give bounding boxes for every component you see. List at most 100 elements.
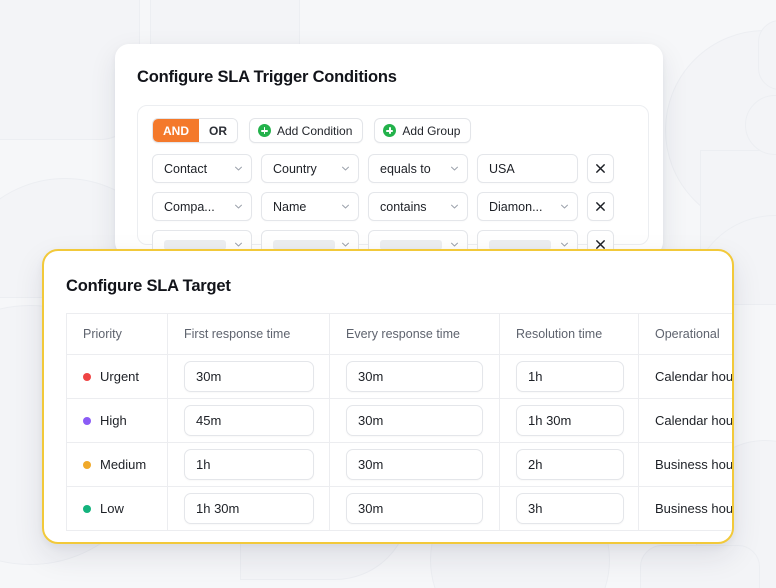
condition-value-text: USA bbox=[489, 161, 515, 176]
every-response-time-cell: 30m bbox=[329, 486, 500, 531]
operational-hours-cell: Calendar hours bbox=[638, 354, 732, 399]
condition-field-value: Name bbox=[273, 199, 307, 214]
first-response-time-cell: 1h bbox=[167, 442, 330, 487]
column-header-resolution-time: Resolution time bbox=[499, 313, 639, 355]
table-row: Urgent 30m 30m 1h Calendar hours bbox=[66, 354, 732, 399]
priority-label: High bbox=[100, 413, 127, 428]
first-response-time-input[interactable]: 30m bbox=[184, 361, 314, 392]
resolution-time-input[interactable]: 1h 30m bbox=[516, 405, 624, 436]
priority-cell: Medium bbox=[66, 442, 168, 487]
chevron-down-icon bbox=[234, 240, 243, 249]
column-header-priority: Priority bbox=[66, 313, 168, 355]
table-row: Low 1h 30m 30m 3h Business hours bbox=[66, 486, 732, 531]
condition-field-select[interactable]: Country bbox=[261, 154, 359, 183]
operational-hours-value[interactable]: Business hours bbox=[655, 501, 732, 516]
chevron-down-icon bbox=[341, 240, 350, 249]
operational-hours-cell: Calendar hours bbox=[638, 398, 732, 443]
bg-decor-shape bbox=[758, 20, 776, 90]
every-response-time-input[interactable]: 30m bbox=[346, 361, 483, 392]
resolution-time-input[interactable]: 2h bbox=[516, 449, 624, 480]
table-header-row: Priority First response time Every respo… bbox=[66, 313, 732, 355]
every-response-time-cell: 30m bbox=[329, 398, 500, 443]
resolution-time-input[interactable]: 1h bbox=[516, 361, 624, 392]
chevron-down-icon bbox=[450, 164, 459, 173]
bg-decor-shape bbox=[640, 545, 760, 588]
condition-row: Contact Country equals to USA bbox=[152, 154, 648, 183]
condition-value-input[interactable]: USA bbox=[477, 154, 578, 183]
remove-condition-button[interactable] bbox=[587, 192, 614, 221]
first-response-time-cell: 30m bbox=[167, 354, 330, 399]
first-response-time-input[interactable]: 1h bbox=[184, 449, 314, 480]
condition-row: Compa... Name contains Diamon... bbox=[152, 192, 648, 221]
condition-entity-select[interactable]: Contact bbox=[152, 154, 252, 183]
every-response-time-input[interactable]: 30m bbox=[346, 493, 483, 524]
add-group-button[interactable]: Add Group bbox=[374, 118, 472, 143]
first-response-time-cell: 1h 30m bbox=[167, 486, 330, 531]
first-response-time-input[interactable]: 1h 30m bbox=[184, 493, 314, 524]
table-row: High 45m 30m 1h 30m Calendar hours bbox=[66, 398, 732, 443]
conditions-toolbar: AND OR Add Condition Add Group bbox=[152, 118, 648, 143]
add-condition-button[interactable]: Add Condition bbox=[249, 118, 364, 143]
placeholder-bar bbox=[164, 239, 226, 250]
add-group-label: Add Group bbox=[402, 123, 461, 138]
chevron-down-icon bbox=[341, 202, 350, 211]
priority-dot-icon bbox=[83, 372, 91, 381]
every-response-time-cell: 30m bbox=[329, 354, 500, 399]
priority-dot-icon bbox=[83, 504, 91, 513]
condition-field-select[interactable]: Name bbox=[261, 192, 359, 221]
first-response-time-input[interactable]: 45m bbox=[184, 405, 314, 436]
chevron-down-icon bbox=[560, 202, 569, 211]
condition-operator-select[interactable]: contains bbox=[368, 192, 468, 221]
column-header-every-response-time: Every response time bbox=[329, 313, 500, 355]
condition-entity-select[interactable]: Compa... bbox=[152, 192, 252, 221]
resolution-time-cell: 1h 30m bbox=[499, 398, 639, 443]
chevron-down-icon bbox=[450, 240, 459, 249]
priority-label: Low bbox=[100, 501, 124, 516]
plus-circle-icon bbox=[258, 124, 271, 137]
operational-hours-value[interactable]: Calendar hours bbox=[655, 413, 732, 428]
priority-dot-icon bbox=[83, 416, 91, 425]
priority-cell: Low bbox=[66, 486, 168, 531]
add-condition-label: Add Condition bbox=[277, 123, 353, 138]
condition-entity-value: Contact bbox=[164, 161, 208, 176]
first-response-time-cell: 45m bbox=[167, 398, 330, 443]
column-header-operational-hours: Operational bbox=[638, 313, 732, 355]
logic-or-button[interactable]: OR bbox=[199, 119, 237, 142]
priority-dot-icon bbox=[83, 460, 91, 469]
remove-condition-button[interactable] bbox=[587, 154, 614, 183]
chevron-down-icon bbox=[341, 164, 350, 173]
plus-circle-icon bbox=[383, 124, 397, 137]
resolution-time-cell: 2h bbox=[499, 442, 639, 487]
condition-entity-value: Compa... bbox=[164, 199, 215, 214]
chevron-down-icon bbox=[234, 202, 243, 211]
every-response-time-input[interactable]: 30m bbox=[346, 449, 483, 480]
logic-operator-toggle[interactable]: AND OR bbox=[152, 118, 238, 143]
condition-value-select[interactable]: Diamon... bbox=[477, 192, 578, 221]
condition-operator-select[interactable]: equals to bbox=[368, 154, 468, 183]
column-header-first-response-time: First response time bbox=[167, 313, 330, 355]
conditions-container: AND OR Add Condition Add Group Contact C… bbox=[137, 105, 649, 256]
condition-rows: Contact Country equals to USA Compa... N… bbox=[152, 154, 648, 256]
priority-label: Urgent bbox=[100, 369, 140, 384]
trigger-panel-title: Configure SLA Trigger Conditions bbox=[137, 68, 397, 86]
chevron-down-icon bbox=[450, 202, 459, 211]
sla-target-table: Priority First response time Every respo… bbox=[66, 313, 732, 531]
chevron-down-icon bbox=[560, 240, 569, 249]
condition-field-value: Country bbox=[273, 161, 317, 176]
every-response-time-input[interactable]: 30m bbox=[346, 405, 483, 436]
placeholder-bar bbox=[489, 239, 551, 250]
operational-hours-value[interactable]: Business hours bbox=[655, 457, 732, 472]
resolution-time-cell: 1h bbox=[499, 354, 639, 399]
sla-trigger-conditions-card: Configure SLA Trigger Conditions AND OR … bbox=[115, 44, 663, 256]
resolution-time-input[interactable]: 3h bbox=[516, 493, 624, 524]
target-panel-title: Configure SLA Target bbox=[66, 277, 231, 295]
condition-value-text: Diamon... bbox=[489, 199, 543, 214]
sla-target-card: Configure SLA Target Priority First resp… bbox=[42, 249, 734, 544]
logic-and-button[interactable]: AND bbox=[153, 119, 199, 142]
placeholder-bar bbox=[273, 239, 335, 250]
priority-cell: Urgent bbox=[66, 354, 168, 399]
operational-hours-value[interactable]: Calendar hours bbox=[655, 369, 732, 384]
placeholder-bar bbox=[380, 239, 442, 250]
table-row: Medium 1h 30m 2h Business hours bbox=[66, 442, 732, 487]
operational-hours-cell: Business hours bbox=[638, 486, 732, 531]
